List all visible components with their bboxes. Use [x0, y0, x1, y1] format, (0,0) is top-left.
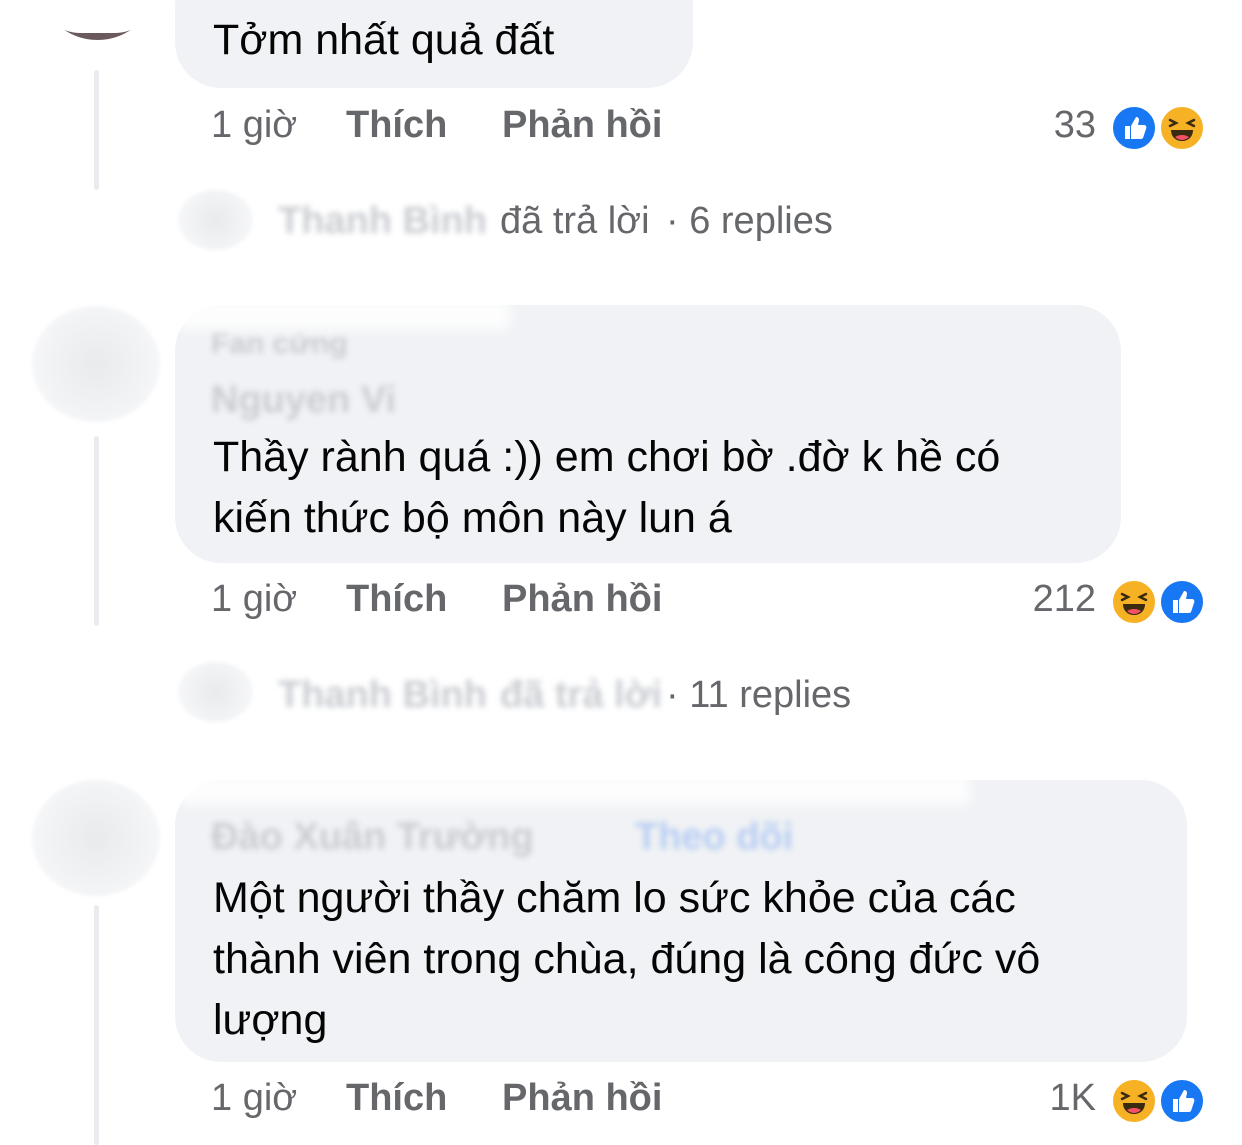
- comment-text-line: lượng: [213, 996, 328, 1044]
- comment-text: Tởm nhất quả đất: [213, 16, 555, 64]
- replies-link[interactable]: Thanh Bình đã trả lời · 11 replies: [0, 662, 1242, 722]
- reply-count: · 6 replies: [666, 200, 833, 242]
- blur-patch: [180, 775, 970, 805]
- haha-icon[interactable]: [1110, 1077, 1158, 1125]
- like-button[interactable]: Thích: [346, 104, 447, 147]
- avatar: [178, 190, 253, 250]
- like-icon[interactable]: [1158, 578, 1206, 626]
- comment-time[interactable]: 1 giờ: [211, 1077, 297, 1120]
- reply-author: Thanh Bình: [278, 674, 487, 716]
- haha-icon[interactable]: [1110, 578, 1158, 626]
- comment-text-line: thành viên trong chùa, đúng là công đức …: [213, 935, 1041, 983]
- comment-bubble: Đào Xuân Trường Theo dõi Một người thầy …: [175, 780, 1187, 1062]
- reply-verb: đã trả lời: [500, 200, 650, 242]
- comment-bubble: Tởm nhất quả đất: [175, 0, 693, 88]
- reply-verb: đã trả lời: [500, 674, 663, 716]
- comment-actions: 1 giờ Thích Phản hồi 1K: [0, 1077, 1242, 1127]
- comment-text-line: Một người thầy chăm lo sức khỏe của các: [213, 874, 1016, 922]
- like-icon[interactable]: [1158, 1077, 1206, 1125]
- blur-patch: [180, 300, 510, 330]
- reply-author: Thanh Bình: [278, 200, 487, 242]
- reply-button[interactable]: Phản hồi: [502, 1077, 662, 1120]
- reply-button[interactable]: Phản hồi: [502, 104, 662, 147]
- avatar[interactable]: [32, 780, 160, 896]
- comment-time[interactable]: 1 giờ: [211, 578, 297, 621]
- reply-count: · 11 replies: [666, 674, 852, 716]
- comment-bubble: Fan cứng Nguyen Vi Thầy rành quá :)) em …: [175, 305, 1121, 563]
- comment-author[interactable]: Nguyen Vi: [211, 379, 396, 422]
- comment-author[interactable]: Đào Xuân Trường: [211, 816, 534, 859]
- comment-text-line: kiến thức bộ môn này lun á: [213, 494, 732, 542]
- like-button[interactable]: Thích: [346, 1077, 447, 1120]
- like-button[interactable]: Thích: [346, 578, 447, 621]
- haha-icon[interactable]: [1158, 104, 1206, 152]
- avatar[interactable]: [32, 306, 160, 422]
- reaction-count[interactable]: 33: [976, 104, 1096, 147]
- comment-actions: 1 giờ Thích Phản hồi 212: [0, 578, 1242, 628]
- avatar: [178, 662, 253, 722]
- reply-button[interactable]: Phản hồi: [502, 578, 662, 621]
- follow-link[interactable]: Theo dõi: [635, 816, 793, 859]
- fan-badge: Fan cứng: [211, 327, 348, 360]
- reaction-count[interactable]: 1K: [976, 1077, 1096, 1120]
- avatar[interactable]: [40, 0, 155, 40]
- like-icon[interactable]: [1110, 104, 1158, 152]
- reaction-count[interactable]: 212: [976, 578, 1096, 621]
- replies-link[interactable]: Thanh Bình đã trả lời · 6 replies: [0, 190, 1242, 250]
- comment-actions: 1 giờ Thích Phản hồi 33: [0, 104, 1242, 154]
- comment-time[interactable]: 1 giờ: [211, 104, 297, 147]
- comment-text-line: Thầy rành quá :)) em chơi bờ .đờ k hề có: [213, 433, 1001, 481]
